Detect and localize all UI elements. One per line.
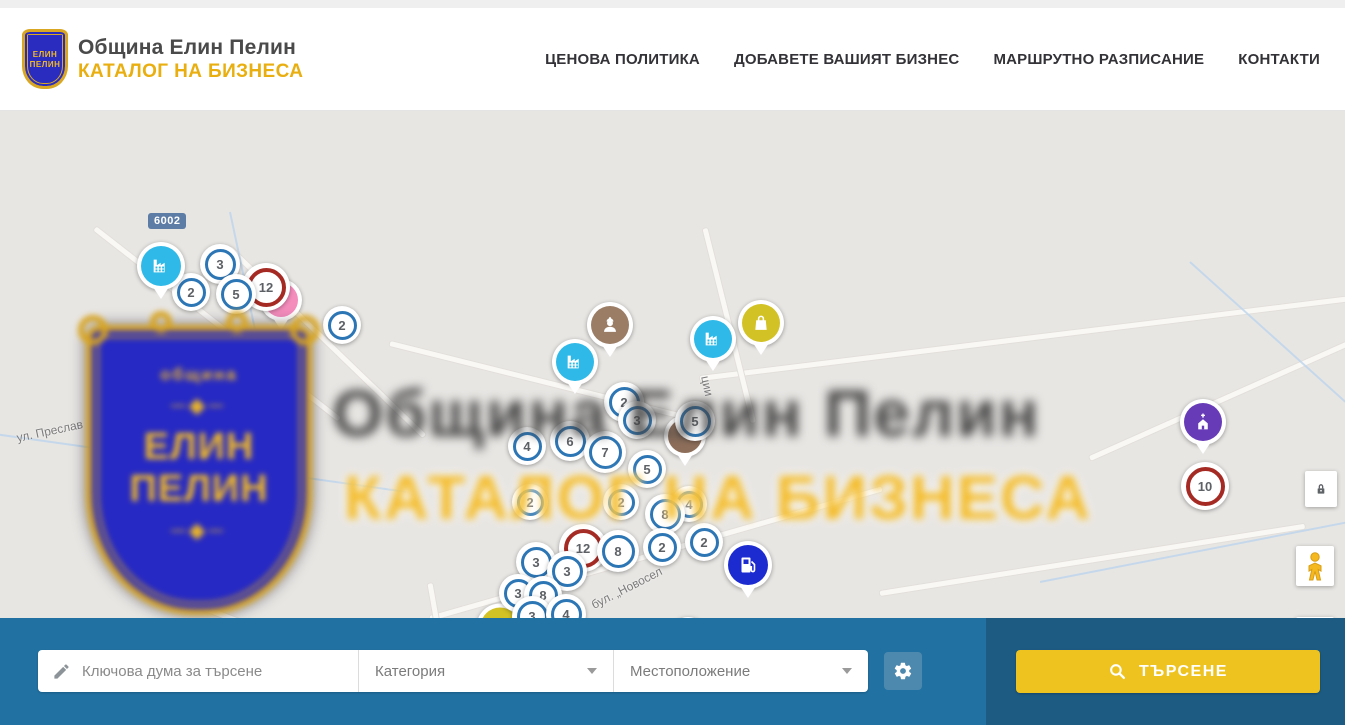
advanced-settings-button[interactable] <box>884 652 922 690</box>
pegman-icon <box>1303 551 1327 581</box>
cluster-count: 4 <box>685 497 692 512</box>
church-pin-marker[interactable] <box>1180 399 1226 445</box>
cluster-count: 2 <box>187 285 194 300</box>
fuel-pin-marker[interactable] <box>724 541 772 589</box>
keyword-field[interactable] <box>38 650 358 692</box>
cluster-marker[interactable]: 7 <box>584 431 626 473</box>
factory-icon <box>702 328 724 350</box>
nav-item-contacts[interactable]: КОНТАКТИ <box>1238 51 1320 68</box>
cluster-count: 3 <box>633 413 640 428</box>
worker-icon <box>599 314 621 336</box>
cluster-count: 3 <box>563 564 570 579</box>
bag-pin-marker[interactable] <box>738 300 784 346</box>
municipality-emblem-logo: ЕЛИН ПЕЛИН <box>22 29 68 89</box>
cluster-count: 4 <box>523 439 530 454</box>
page: ЕЛИН ПЕЛИН Община Елин Пелин КАТАЛОГ НА … <box>0 0 1345 725</box>
cluster-count: 2 <box>658 540 665 555</box>
site-logo[interactable]: ЕЛИН ПЕЛИН Община Елин Пелин КАТАЛОГ НА … <box>22 29 303 89</box>
search-button[interactable]: ТЪРСЕНЕ <box>1016 650 1320 693</box>
map-canvas[interactable]: 6002 105 ул. Преслав бул. „Новосел ции 3… <box>0 111 1345 618</box>
factory-icon <box>150 255 172 277</box>
emblem-text-line1: ЕЛИН <box>33 50 57 59</box>
cluster-marker[interactable]: 2 <box>603 484 639 520</box>
top-strip <box>0 0 1345 8</box>
markers-layer: 3122522356475102248128223338345 <box>0 111 1345 618</box>
search-bar: Категория Местоположение ТЪРСЕНЕ <box>0 618 1345 725</box>
bag-icon <box>750 312 772 334</box>
cluster-marker[interactable]: 8 <box>597 530 639 572</box>
location-select[interactable]: Местоположение <box>613 650 868 692</box>
nav-item-route-schedule[interactable]: МАРШРУТНО РАЗПИСАНИЕ <box>993 51 1204 68</box>
cluster-marker[interactable]: 5 <box>216 274 256 314</box>
cluster-marker[interactable]: 4 <box>508 427 546 465</box>
cluster-count: 3 <box>216 257 223 272</box>
fuel-icon <box>736 553 760 577</box>
cluster-count: 6 <box>566 434 573 449</box>
search-fields: Категория Местоположение <box>38 650 868 692</box>
lock-button[interactable] <box>1305 471 1337 507</box>
church-icon <box>1192 411 1214 433</box>
main-nav: ЦЕНОВА ПОЛИТИКА ДОБАВЕТЕ ВАШИЯТ БИЗНЕС М… <box>545 51 1320 68</box>
header: ЕЛИН ПЕЛИН Община Елин Пелин КАТАЛОГ НА … <box>0 8 1345 111</box>
gear-icon <box>893 661 913 681</box>
chevron-down-icon <box>587 668 597 674</box>
lock-icon <box>1313 481 1329 497</box>
cluster-count: 8 <box>614 544 621 559</box>
cluster-marker[interactable]: 2 <box>685 523 723 561</box>
keyword-search-input[interactable] <box>82 663 346 680</box>
cluster-count: 5 <box>691 414 698 429</box>
factory-pin-marker[interactable] <box>137 242 185 290</box>
category-select[interactable]: Категория <box>358 650 613 692</box>
cluster-count: 5 <box>643 462 650 477</box>
search-icon <box>1108 662 1127 681</box>
cluster-count: 2 <box>617 495 624 510</box>
cluster-marker[interactable]: 10 <box>1181 462 1229 510</box>
pencil-icon <box>52 662 71 681</box>
cluster-count: 7 <box>601 445 608 460</box>
factory-pin-marker[interactable] <box>552 339 598 385</box>
nav-item-pricing-policy[interactable]: ЦЕНОВА ПОЛИТИКА <box>545 51 700 68</box>
search-button-label: ТЪРСЕНЕ <box>1139 663 1228 681</box>
logo-text: Община Елин Пелин КАТАЛОГ НА БИЗНЕСА <box>78 36 303 83</box>
site-title: Община Елин Пелин <box>78 36 303 60</box>
cluster-count: 2 <box>338 318 345 333</box>
cluster-count: 10 <box>1198 479 1212 494</box>
cluster-marker[interactable]: 5 <box>628 450 666 488</box>
location-select-value: Местоположение <box>630 663 750 680</box>
cluster-marker[interactable]: 3 <box>618 401 656 439</box>
cluster-count: 2 <box>700 535 707 550</box>
factory-icon <box>564 351 586 373</box>
cluster-count: 8 <box>661 507 668 522</box>
emblem-text-line2: ПЕЛИН <box>30 60 61 69</box>
worker-pin-marker[interactable] <box>587 302 633 348</box>
cluster-count: 3 <box>528 609 535 619</box>
cluster-count: 4 <box>562 607 569 619</box>
cluster-marker[interactable]: 5 <box>675 401 715 441</box>
category-select-value: Категория <box>375 663 445 680</box>
pegman-button[interactable] <box>1296 546 1334 586</box>
cluster-marker[interactable]: 2 <box>512 484 548 520</box>
factory-pin-marker[interactable] <box>690 316 736 362</box>
cluster-marker[interactable]: 2 <box>643 528 681 566</box>
cluster-count: 5 <box>232 287 239 302</box>
chevron-down-icon <box>842 668 852 674</box>
cluster-count: 12 <box>259 280 273 295</box>
site-subtitle: КАТАЛОГ НА БИЗНЕСА <box>78 61 303 83</box>
nav-item-add-your-business[interactable]: ДОБАВЕТЕ ВАШИЯТ БИЗНЕС <box>734 51 959 68</box>
cluster-count: 3 <box>532 555 539 570</box>
cluster-count: 2 <box>526 495 533 510</box>
cluster-marker[interactable]: 2 <box>323 306 361 344</box>
